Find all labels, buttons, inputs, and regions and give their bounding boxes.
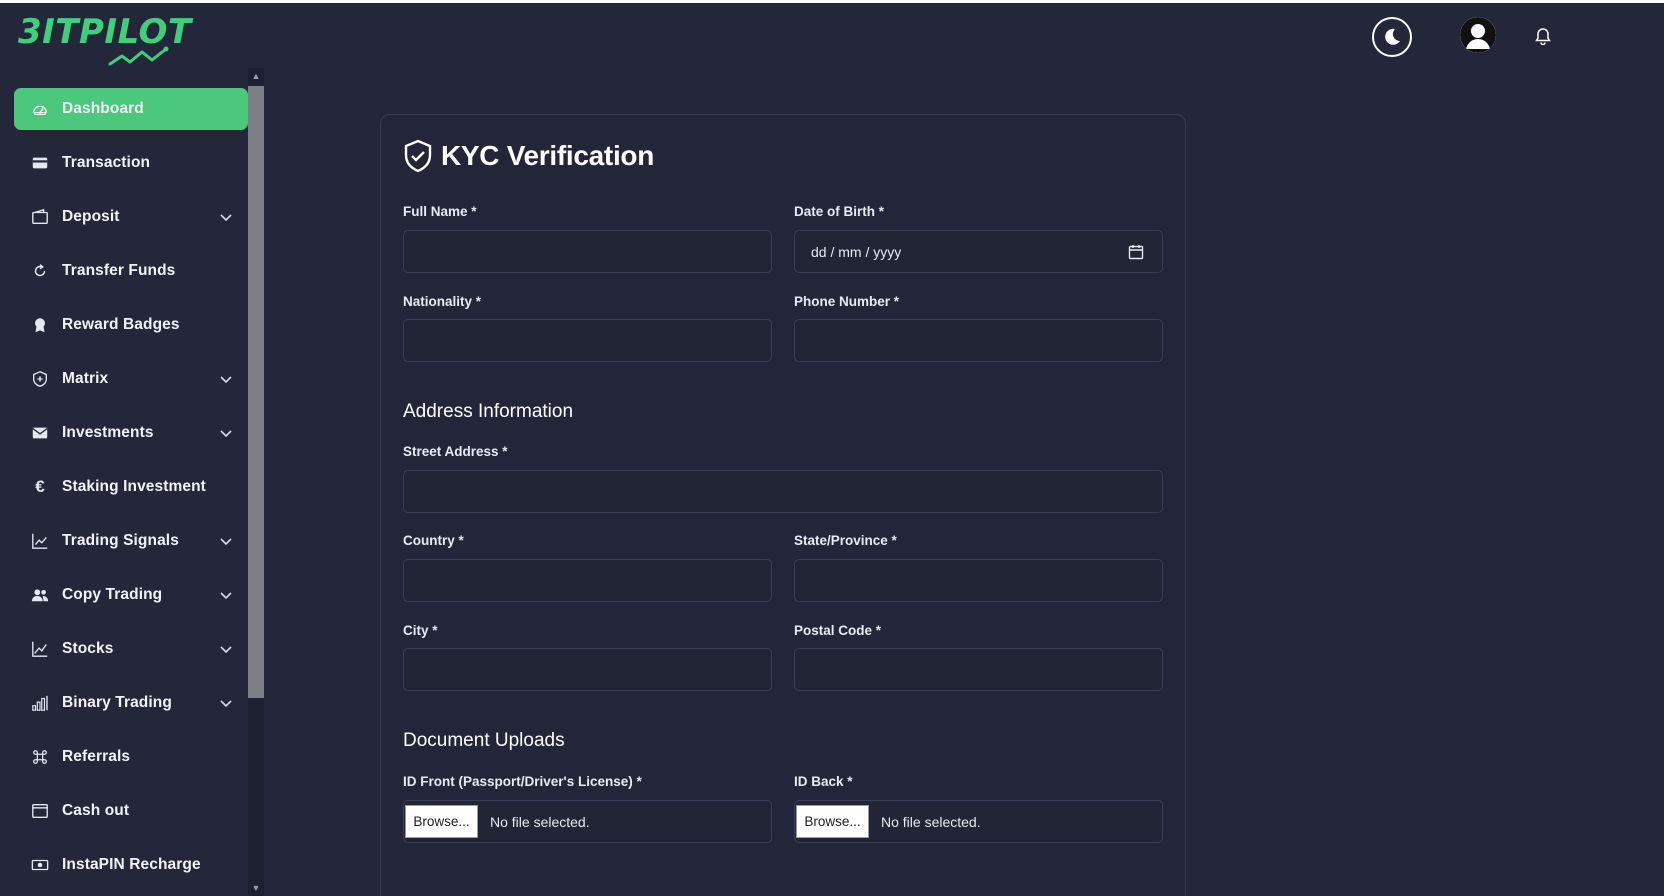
sidebar-item-copy-trading[interactable]: Copy Trading bbox=[14, 574, 248, 616]
wallet-icon bbox=[30, 207, 50, 227]
documents-section-title: Document Uploads bbox=[403, 730, 565, 751]
bar-chart-icon bbox=[30, 693, 50, 713]
id-front-file-status: No file selected. bbox=[490, 813, 590, 830]
sidebar-scrollbar-thumb[interactable] bbox=[248, 86, 264, 698]
gauge-icon bbox=[30, 99, 50, 119]
dob-input[interactable]: dd / mm / yyyy bbox=[794, 230, 1163, 273]
sidebar-item-label: Investments bbox=[62, 424, 154, 441]
credit-card-icon bbox=[30, 153, 50, 173]
sidebar-item-trading-signals[interactable]: Trading Signals bbox=[14, 520, 248, 562]
sidebar-item-transfer-funds[interactable]: Transfer Funds bbox=[14, 250, 248, 292]
brand-logo[interactable]: 3ITPILOT bbox=[18, 8, 191, 70]
postal-input[interactable] bbox=[794, 648, 1163, 691]
kyc-card: KYC Verification Full Name * Date of Bir… bbox=[380, 114, 1186, 896]
sidebar-item-investments[interactable]: Investments bbox=[14, 412, 248, 454]
sidebar-item-label: InstaPIN Recharge bbox=[62, 856, 201, 873]
sidebar-item-transaction[interactable]: Transaction bbox=[14, 142, 248, 184]
sidebar-item-binary-trading[interactable]: Binary Trading bbox=[14, 682, 248, 724]
sidebar-item-label: Trading Signals bbox=[62, 532, 179, 549]
sidebar-item-label: Transaction bbox=[62, 154, 151, 171]
euro-icon: € bbox=[35, 477, 45, 496]
city-label: City * bbox=[403, 623, 438, 638]
scroll-down-arrow-icon[interactable]: ▼ bbox=[248, 880, 264, 896]
sidebar-item-stocks[interactable]: Stocks bbox=[14, 628, 248, 670]
id-back-label: ID Back * bbox=[794, 774, 853, 789]
chart-line-icon bbox=[30, 531, 50, 551]
shield-check-icon bbox=[404, 139, 432, 173]
country-input[interactable] bbox=[403, 559, 772, 602]
user-avatar-icon bbox=[1460, 17, 1496, 53]
sidebar-item-label: Cash out bbox=[62, 802, 130, 819]
sidebar-item-label: Copy Trading bbox=[62, 586, 163, 603]
sidebar-item-label: Transfer Funds bbox=[62, 262, 176, 279]
phone-input[interactable] bbox=[794, 319, 1163, 362]
full-name-label: Full Name * bbox=[403, 204, 477, 219]
id-front-file-input[interactable]: Browse... No file selected. bbox=[403, 800, 772, 843]
full-name-input[interactable] bbox=[403, 230, 772, 273]
id-front-label: ID Front (Passport/Driver's License) * bbox=[403, 774, 642, 789]
postal-label: Postal Code * bbox=[794, 623, 882, 638]
sidebar-item-label: Reward Badges bbox=[62, 316, 180, 333]
chevron-down-icon bbox=[220, 430, 232, 438]
street-label: Street Address * bbox=[403, 444, 508, 459]
bell-icon[interactable] bbox=[1534, 27, 1552, 45]
graph-icon bbox=[30, 639, 50, 659]
state-label: State/Province * bbox=[794, 533, 897, 548]
sidebar-item-instapin-recharge[interactable]: InstaPIN Recharge bbox=[14, 844, 248, 886]
card-header: KYC Verification bbox=[403, 139, 654, 173]
sidebar-item-referrals[interactable]: Referrals bbox=[14, 736, 248, 778]
moon-icon bbox=[1385, 28, 1400, 45]
calendar-icon[interactable] bbox=[1128, 244, 1144, 260]
id-back-file-input[interactable]: Browse... No file selected. bbox=[794, 800, 1163, 843]
dob-placeholder: dd / mm / yyyy bbox=[811, 243, 902, 260]
theme-toggle-button[interactable] bbox=[1372, 17, 1412, 57]
sidebar-item-label: Stocks bbox=[62, 640, 114, 657]
sidebar-item-label: Referrals bbox=[62, 748, 131, 765]
state-input[interactable] bbox=[794, 559, 1163, 602]
sidebar-item-cash-out[interactable]: Cash out bbox=[14, 790, 248, 832]
nationality-input[interactable] bbox=[403, 319, 772, 362]
country-label: Country * bbox=[403, 533, 464, 548]
sidebar-nav: Dashboard Transaction Deposit Transfer F… bbox=[14, 88, 248, 896]
id-back-file-status: No file selected. bbox=[881, 813, 981, 830]
sidebar-item-label: Matrix bbox=[62, 370, 109, 387]
phone-label: Phone Number * bbox=[794, 294, 900, 309]
sidebar-item-label: Dashboard bbox=[62, 100, 144, 117]
users-icon bbox=[30, 585, 50, 605]
window-icon bbox=[30, 801, 50, 821]
scroll-up-arrow-icon[interactable]: ▲ bbox=[248, 68, 264, 84]
user-avatar[interactable] bbox=[1460, 17, 1496, 53]
cash-icon bbox=[30, 855, 50, 875]
sidebar-item-label: Deposit bbox=[62, 208, 120, 225]
top-border bbox=[0, 0, 1666, 3]
chevron-down-icon bbox=[220, 214, 232, 222]
sidebar-item-staking-investment[interactable]: € Staking Investment bbox=[14, 466, 248, 508]
id-back-browse-button[interactable]: Browse... bbox=[796, 805, 869, 838]
shield-plus-icon bbox=[30, 369, 50, 389]
sidebar-item-matrix[interactable]: Matrix bbox=[14, 358, 248, 400]
chevron-down-icon bbox=[220, 538, 232, 546]
dob-label: Date of Birth * bbox=[794, 204, 885, 219]
sidebar-item-deposit[interactable]: Deposit bbox=[14, 196, 248, 238]
logo-trend-icon bbox=[108, 46, 169, 66]
sidebar-item-label: Staking Investment bbox=[62, 478, 206, 495]
page-title: KYC Verification bbox=[441, 140, 655, 171]
envelope-icon bbox=[30, 423, 50, 443]
chevron-down-icon bbox=[220, 646, 232, 654]
address-section-title: Address Information bbox=[403, 401, 574, 422]
city-input[interactable] bbox=[403, 648, 772, 691]
refresh-icon bbox=[30, 261, 50, 281]
street-input[interactable] bbox=[403, 470, 1163, 513]
sidebar-item-reward-badges[interactable]: Reward Badges bbox=[14, 304, 248, 346]
id-front-browse-button[interactable]: Browse... bbox=[405, 805, 478, 838]
sidebar-item-dashboard[interactable]: Dashboard bbox=[14, 88, 248, 130]
chevron-down-icon bbox=[220, 376, 232, 384]
sidebar-item-label: Binary Trading bbox=[62, 694, 172, 711]
command-icon bbox=[30, 747, 50, 767]
award-icon bbox=[30, 315, 50, 335]
chevron-down-icon bbox=[220, 592, 232, 600]
sidebar: Dashboard Transaction Deposit Transfer F… bbox=[0, 76, 264, 896]
chevron-down-icon bbox=[220, 700, 232, 708]
nationality-label: Nationality * bbox=[403, 294, 482, 309]
